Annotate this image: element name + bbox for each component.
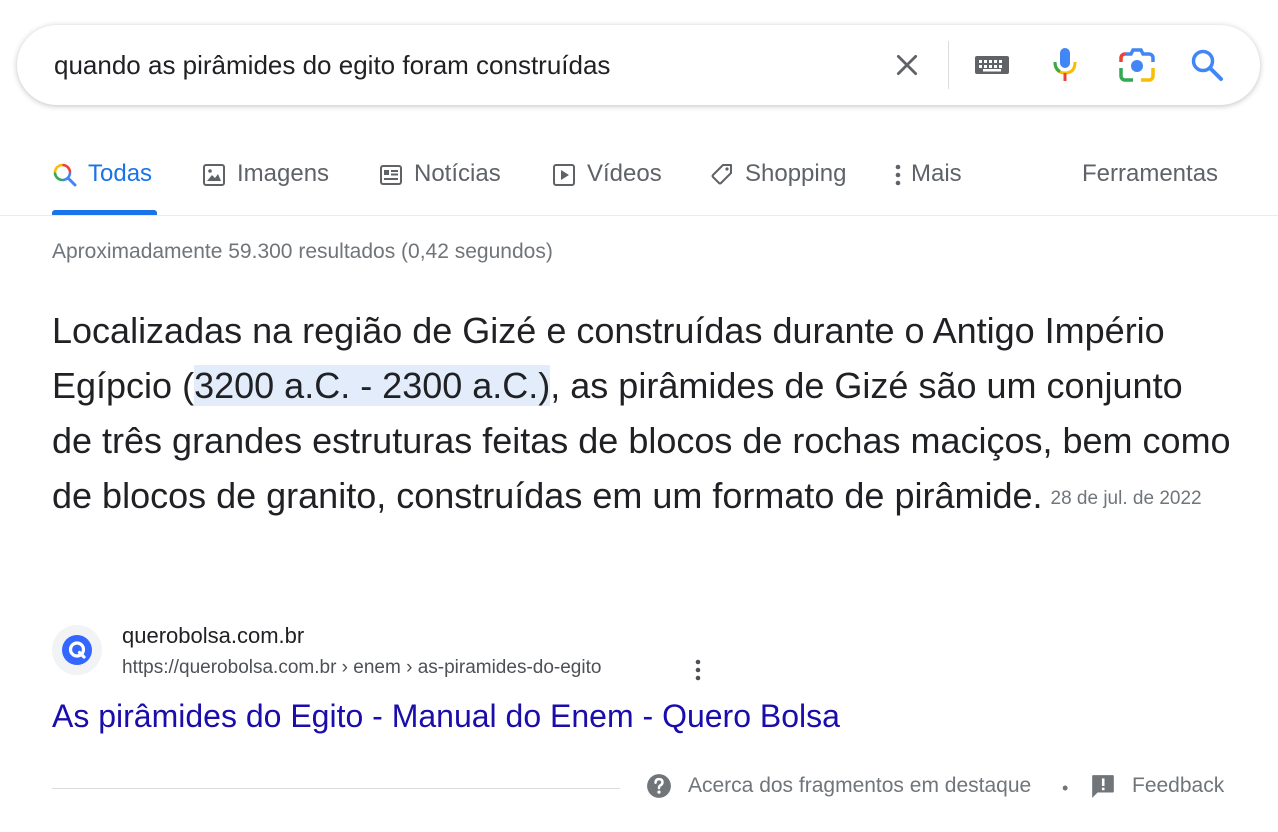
search-icon[interactable] <box>1187 45 1227 85</box>
search-multicolor-icon <box>52 162 78 188</box>
tools-button[interactable]: Ferramentas <box>1082 150 1218 214</box>
tab-label: Shopping <box>745 160 847 187</box>
divider <box>52 788 620 789</box>
camera-lens-icon[interactable] <box>1117 45 1157 85</box>
footer-separator: • <box>1062 778 1069 798</box>
tab-noticias[interactable]: Notícias <box>378 150 501 214</box>
search-results-page: Todas Imagens <box>0 0 1278 832</box>
feedback-label: Feedback <box>1132 774 1225 797</box>
feedback-icon <box>1092 775 1114 798</box>
clear-icon[interactable] <box>887 45 927 85</box>
result-title-link[interactable]: As pirâmides do Egito - Manual do Enem -… <box>52 698 840 735</box>
search-bar-divider <box>948 41 949 89</box>
site-favicon[interactable] <box>52 625 102 675</box>
search-bar <box>17 25 1260 105</box>
snippet-highlight: 3200 a.C. - 2300 a.C.) <box>194 365 551 406</box>
featured-snippet: Localizadas na região de Gizé e construí… <box>52 303 1232 526</box>
search-input[interactable] <box>54 49 834 81</box>
feedback-link[interactable]: Feedback <box>1090 773 1224 799</box>
tag-icon <box>709 162 735 188</box>
more-vert-icon <box>892 162 904 188</box>
help-icon <box>647 774 671 798</box>
querobolsa-logo-icon <box>62 635 92 665</box>
image-icon <box>201 162 227 188</box>
result-options-icon[interactable] <box>686 656 710 684</box>
news-icon <box>378 162 404 188</box>
tab-label: Mais <box>911 160 962 187</box>
tab-videos[interactable]: Vídeos <box>551 150 662 214</box>
keyboard-icon[interactable] <box>972 45 1012 85</box>
tab-label: Vídeos <box>587 160 662 187</box>
site-url-breadcrumb[interactable]: https://querobolsa.com.br › enem › as-pi… <box>122 657 601 679</box>
tab-todas[interactable]: Todas <box>52 150 152 214</box>
about-featured-snippets-link[interactable]: Acerca dos fragmentos em destaque <box>646 773 1031 799</box>
tools-label: Ferramentas <box>1082 160 1219 187</box>
site-name[interactable]: querobolsa.com.br <box>122 623 304 649</box>
tab-label: Notícias <box>414 160 501 187</box>
tab-label: Imagens <box>237 160 330 187</box>
tab-mais[interactable]: Mais <box>892 150 962 214</box>
about-label: Acerca dos fragmentos em destaque <box>688 774 1032 797</box>
play-video-icon <box>551 162 577 188</box>
tab-imagens[interactable]: Imagens <box>201 150 329 214</box>
microphone-icon[interactable] <box>1045 45 1085 85</box>
tab-shopping[interactable]: Shopping <box>709 150 846 214</box>
snippet-date: 28 de jul. de 2022 <box>1050 488 1202 509</box>
search-tabs: Todas Imagens Notícias Vídeos Shopping M… <box>0 150 1278 216</box>
active-tab-indicator <box>52 210 157 215</box>
result-stats: Aproximadamente 59.300 resultados (0,42 … <box>52 240 553 263</box>
tab-label: Todas <box>88 160 153 187</box>
